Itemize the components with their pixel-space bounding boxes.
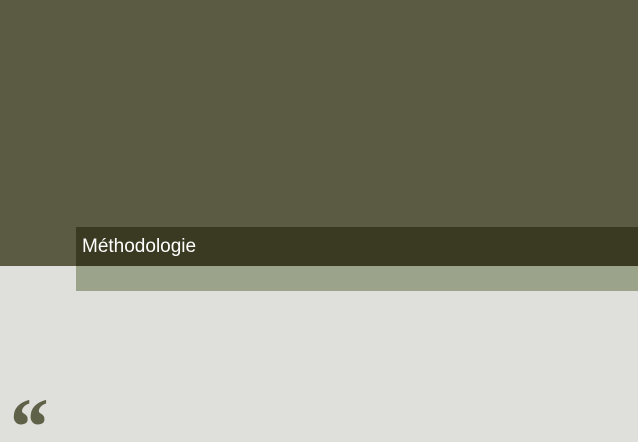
accent-strip <box>76 266 638 291</box>
section-title-bar: Méthodologie <box>76 227 638 266</box>
quote-mark-icon: “ <box>6 386 47 442</box>
section-title: Méthodologie <box>82 236 197 257</box>
